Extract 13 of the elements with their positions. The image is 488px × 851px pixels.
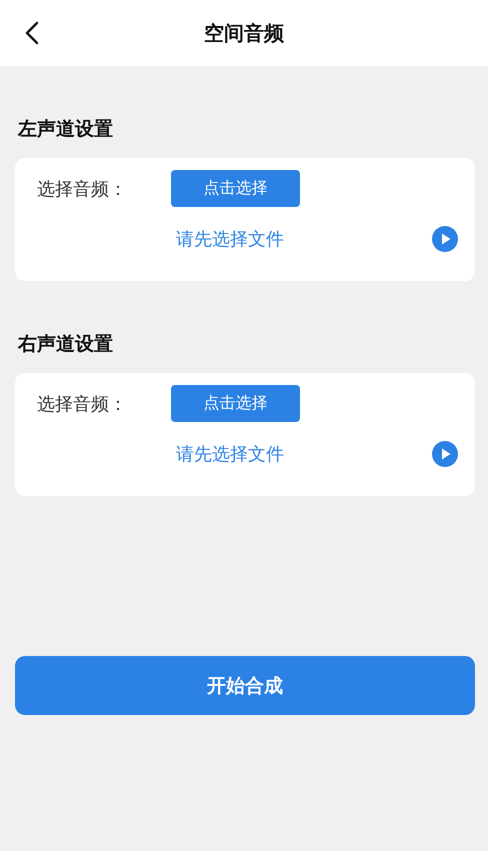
select-button[interactable]: 点击选择 <box>171 385 300 422</box>
select-button[interactable]: 点击选择 <box>171 170 300 207</box>
play-icon[interactable] <box>432 226 458 252</box>
page-title: 空间音频 <box>204 20 284 46</box>
back-icon[interactable] <box>25 21 39 45</box>
field-label: 选择音频： <box>37 178 128 200</box>
start-button[interactable]: 开始合成 <box>15 656 475 715</box>
file-hint: 请先选择文件 <box>176 443 284 466</box>
section-title: 左声道设置 <box>18 117 114 142</box>
field-label: 选择音频： <box>37 392 128 416</box>
play-icon[interactable] <box>432 441 458 467</box>
section-title: 右声道设置 <box>18 332 114 357</box>
file-hint: 请先选择文件 <box>176 228 284 251</box>
